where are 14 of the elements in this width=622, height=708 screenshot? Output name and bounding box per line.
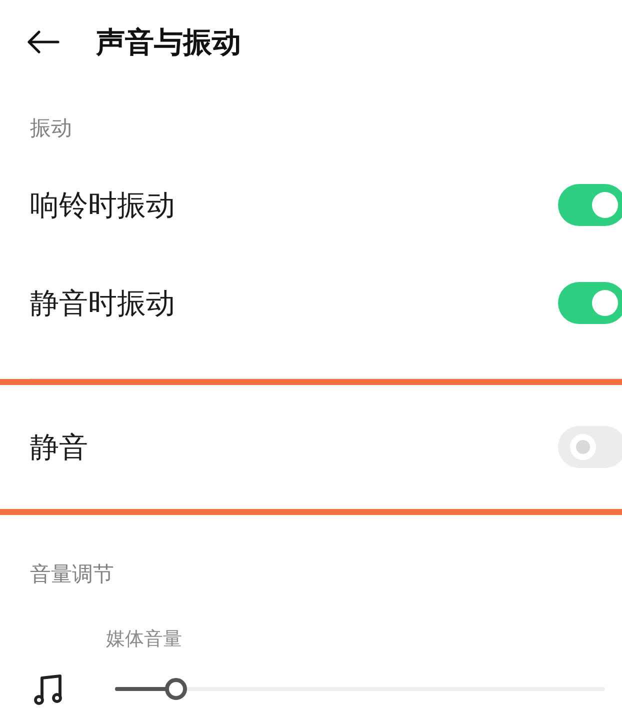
setting-label: 静音时振动 [30, 285, 175, 322]
slider-track[interactable] [115, 678, 605, 700]
toggle-switch[interactable] [558, 184, 622, 226]
toggle-switch[interactable] [558, 282, 622, 324]
section-label: 振动 [30, 115, 72, 142]
slider-label: 媒体音量 [106, 627, 182, 651]
section-label: 音量调节 [30, 561, 114, 588]
setting-label: 静音 [30, 429, 88, 466]
setting-label: 响铃时振动 [30, 187, 175, 224]
music-note-icon [33, 673, 65, 705]
back-icon[interactable] [26, 29, 60, 55]
page-title: 声音与振动 [96, 24, 241, 60]
toggle-switch[interactable] [558, 426, 622, 468]
slider-thumb[interactable] [165, 678, 188, 700]
